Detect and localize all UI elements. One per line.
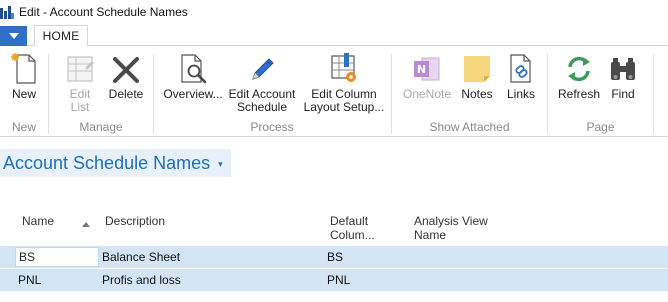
table-row[interactable]: PNL Profis and loss PNL [0, 269, 668, 291]
default-column-cell[interactable]: BS [327, 250, 343, 264]
edit-list-button[interactable]: Edit List [62, 52, 98, 114]
edit-list-label: Edit List [69, 87, 91, 114]
overview-button-label: Overview... [163, 87, 223, 101]
column-header-description[interactable]: Description [105, 214, 165, 228]
delete-button-label: Delete [108, 87, 144, 101]
onenote-icon: N [411, 52, 443, 84]
description-cell[interactable]: Balance Sheet [102, 250, 180, 264]
dropdown-arrow-icon [8, 33, 19, 39]
refresh-button-label: Refresh [557, 87, 601, 101]
column-header-default-column[interactable]: Default Colum... [330, 214, 375, 242]
ribbon-group-process: Overview... Edit Account Schedule Edit C… [154, 46, 390, 137]
name-cell-input[interactable]: BS [15, 247, 99, 267]
ribbon-group-manage: Edit List Delete Manage [49, 46, 153, 137]
ribbon: New New Edit List Delete Manage Overview… [0, 46, 668, 137]
links-button[interactable]: Links [502, 52, 540, 101]
column-header-name[interactable]: Name [22, 214, 54, 228]
group-label-process: Process [250, 120, 294, 134]
find-button[interactable]: Find [606, 52, 640, 101]
edit-account-schedule-label: Edit Account Schedule [228, 87, 296, 114]
edit-list-icon [64, 52, 96, 84]
page-title-button[interactable]: Account Schedule Names ▾ [0, 149, 231, 177]
chevron-down-icon: ▾ [218, 158, 223, 169]
tab-home[interactable]: HOME [34, 25, 88, 47]
edit-account-schedule-button[interactable]: Edit Account Schedule [226, 52, 298, 114]
new-document-icon [8, 52, 40, 84]
sort-ascending-icon[interactable] [82, 222, 90, 227]
find-button-label: Find [611, 87, 635, 101]
pencil-icon [246, 52, 278, 84]
edit-column-layout-setup-label: Edit Column Layout Setup... [303, 87, 385, 114]
table-header: Name Description Default Colum... Analys… [0, 210, 668, 244]
description-cell[interactable]: Profis and loss [102, 273, 181, 287]
column-header-analysis-view-name[interactable]: Analysis View Name [414, 214, 488, 242]
default-column-cell[interactable]: PNL [327, 273, 350, 287]
refresh-button[interactable]: Refresh [556, 52, 602, 101]
delete-x-icon [110, 52, 142, 84]
group-label-new: New [11, 120, 36, 134]
ribbon-separator [653, 54, 654, 134]
binoculars-icon [607, 52, 639, 84]
group-label-show-attached: Show Attached [429, 120, 510, 134]
name-cell[interactable]: PNL [18, 273, 41, 287]
ribbon-group-new: New New [0, 46, 48, 137]
group-label-page: Page [586, 120, 615, 134]
onenote-button[interactable]: N OneNote [400, 52, 454, 101]
overview-magnifier-icon [177, 52, 209, 84]
ribbon-group-show-attached: N OneNote Notes Links Show Attached [392, 46, 547, 137]
new-button[interactable]: New [8, 52, 40, 101]
links-icon [505, 52, 537, 84]
refresh-icon [563, 52, 595, 84]
ribbon-tab-row: HOME [0, 23, 668, 47]
edit-column-layout-setup-button[interactable]: Edit Column Layout Setup... [301, 52, 387, 114]
new-button-label: New [11, 87, 36, 101]
app-icon [0, 5, 14, 19]
onenote-button-label: OneNote [402, 87, 452, 101]
ribbon-group-page: Refresh Find Page [548, 46, 653, 137]
svg-text:N: N [417, 63, 426, 76]
delete-button[interactable]: Delete [105, 52, 147, 101]
notes-icon [461, 52, 493, 84]
table-row[interactable]: BS Balance Sheet BS [0, 246, 668, 268]
overview-button[interactable]: Overview... [163, 52, 223, 101]
column-layout-gear-icon [328, 52, 360, 84]
notes-button[interactable]: Notes [458, 52, 496, 101]
title-bar: Edit - Account Schedule Names [0, 0, 668, 23]
group-label-manage: Manage [79, 120, 123, 134]
page-title: Account Schedule Names [3, 152, 211, 173]
links-button-label: Links [506, 87, 535, 101]
window-title: Edit - Account Schedule Names [19, 4, 188, 19]
app-menu-button[interactable] [0, 26, 27, 46]
notes-button-label: Notes [461, 87, 493, 101]
